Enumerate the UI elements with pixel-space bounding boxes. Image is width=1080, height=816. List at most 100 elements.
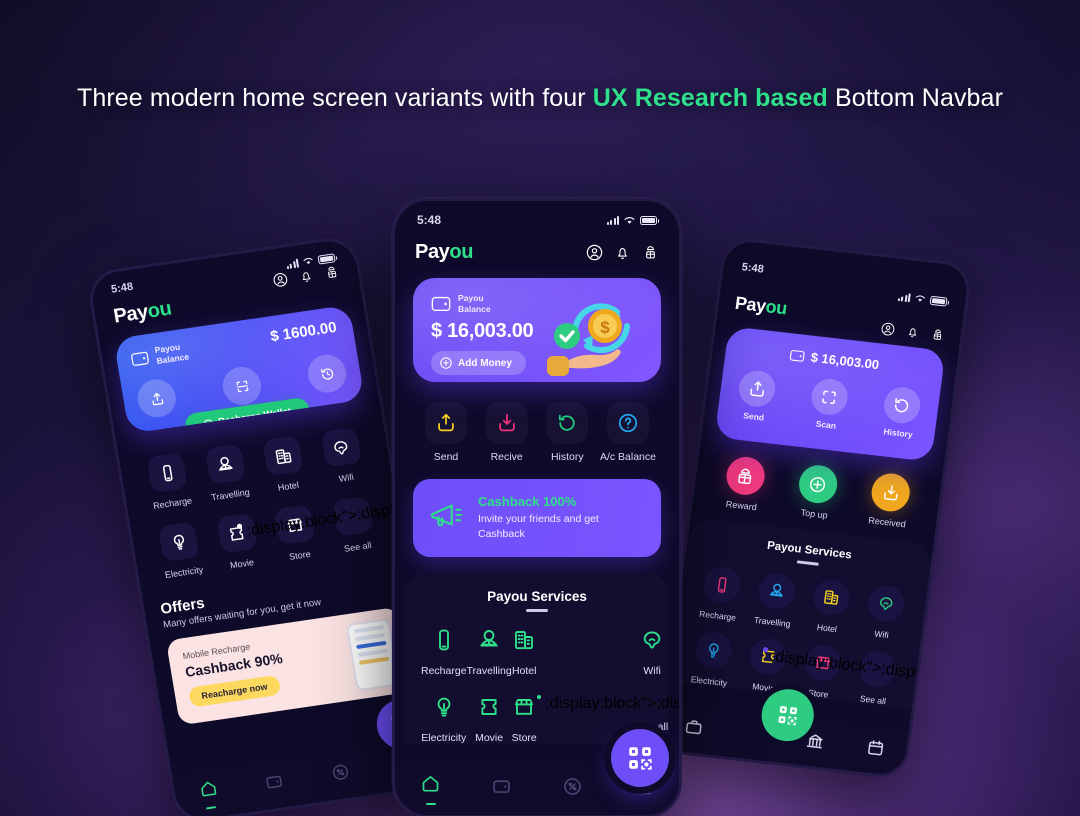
logo-text-1: Pay [733,292,768,316]
profile-icon[interactable] [586,244,603,261]
nav-item-offers[interactable] [537,776,608,802]
service-item-hotel[interactable]: Hotel [512,628,537,677]
balance-action-history[interactable]: History [880,385,923,440]
profile-icon[interactable] [272,271,289,288]
service-item-label: Travelling [210,487,251,503]
quick-action-label: History [550,451,584,463]
nav-active-indicator [425,802,436,806]
history-icon [881,385,923,426]
service-item-see-all[interactable]: ;display:block">;display:block">See all [237,491,443,556]
upload-icon [425,402,467,444]
service-item-electricity[interactable]: Electricity [681,629,743,689]
bell-icon[interactable] [905,324,921,339]
megaphone-icon [429,498,465,537]
wifi-icon [640,628,664,657]
service-item-recharge[interactable]: Recharge [421,628,467,677]
service-item-recharge[interactable]: Recharge [690,564,752,624]
phone-icon [701,565,742,605]
bulb-icon [432,695,456,724]
service-item-hotel[interactable]: Hotel [251,434,318,496]
add-money-button[interactable]: Add Money [431,351,526,376]
reward-item-label: Received [867,515,907,530]
quick-action-label: Send [433,451,459,463]
scan-icon [809,377,850,417]
balloon-icon [756,571,797,612]
bell-icon[interactable] [614,244,631,261]
quick-action-a-c-balance[interactable]: A/c Balance [599,402,657,463]
service-item-wifi[interactable]: Wifi [309,425,376,487]
logo-text-2: ou [145,297,173,323]
services-grid: Recharge Travelling Hotel Wifi Electricity Mo… [405,612,679,744]
reward-item-label: Reward [725,498,758,513]
cashback-banner[interactable]: Cashback 100% Invite your friends and ge… [413,479,661,557]
nav-item-offers[interactable] [306,758,376,791]
qr-scan-fab[interactable] [611,729,669,787]
service-item-electricity[interactable]: Electricity [421,695,467,744]
quick-actions-row: Send Recive History A/c Balance [395,382,679,463]
bell-icon[interactable] [297,268,314,285]
gift-icon[interactable] [642,244,659,261]
service-item-recharge[interactable]: Recharge [136,451,203,513]
service-item-hotel[interactable]: Hotel [799,576,861,636]
scan-button[interactable] [219,364,264,408]
home-icon [420,773,441,799]
nav-item-wallet[interactable] [240,768,310,801]
ticket-icon [477,695,501,724]
download-icon [485,402,528,444]
plus-icon [796,463,840,506]
balloon-icon [477,628,501,657]
service-item-label: Hotel [816,622,838,635]
service-item-label: Hotel [511,664,537,677]
send-button[interactable] [134,376,179,420]
wifi-icon [915,295,925,302]
service-item-movie[interactable]: Movie [467,695,512,744]
reward-item-top-up[interactable]: Top up [795,463,840,521]
quick-action-history[interactable]: History [538,402,596,463]
nav-item-home[interactable] [174,774,245,814]
nav-item-home[interactable] [395,773,466,806]
balance-action-send[interactable]: Send [735,368,778,424]
profile-icon[interactable] [880,321,896,336]
bulb-icon [158,521,200,563]
cashback-sub-1: Invite your friends and get [478,513,599,525]
qr-scan-icon [629,747,652,770]
store-icon [512,695,536,724]
service-item-label: Store [807,687,830,700]
gift-icon[interactable] [930,327,946,342]
service-item-wifi[interactable]: Wifi [537,628,679,677]
balance-card[interactable]: Payou Balance $ 16,003.00 Add Money $ [413,278,661,382]
offer-button[interactable]: Reacharge now [187,674,281,708]
wifi-icon [624,216,635,224]
reward-item-reward[interactable]: Reward [722,454,767,513]
service-item-label: Store [511,731,537,744]
quick-action-recive[interactable]: Recive [478,402,536,463]
app-logo: Payou [112,298,173,329]
reward-item-received[interactable]: Received [867,471,913,530]
service-item-label: Recharge [421,664,467,677]
service-item-travelling[interactable]: Travelling [467,628,512,677]
nav-item-calendar[interactable] [844,735,908,766]
logo-text-1: Pay [111,300,150,328]
cashback-title: Cashback 100% [478,494,577,509]
service-item-travelling[interactable]: Travelling [744,570,806,630]
nav-item-wallet[interactable] [466,776,537,802]
balance-action-scan[interactable]: Scan [807,377,850,432]
history-button[interactable] [305,352,349,396]
service-item-electricity[interactable]: Electricity [147,520,214,582]
quick-action-label: A/c Balance [599,451,656,463]
service-item-store[interactable]: Store [512,695,537,744]
quick-action-send[interactable]: Send [417,402,475,463]
signal-icon [606,215,619,225]
service-item-wifi[interactable]: Wifi [854,583,916,643]
wifi-icon [865,583,906,624]
add-money-label: Add Money [458,357,512,369]
gift-icon[interactable] [323,264,340,281]
wifi-icon [320,426,362,468]
signal-icon [897,292,911,302]
logo-text-1: Pay [415,241,450,263]
money-illustration: $ [533,286,653,382]
service-item-see-all[interactable]: ;display:block">;display:block">See all [763,647,970,708]
app-logo: Payou [734,292,788,319]
home-icon [197,778,220,804]
service-item-travelling[interactable]: Travelling [193,442,260,504]
